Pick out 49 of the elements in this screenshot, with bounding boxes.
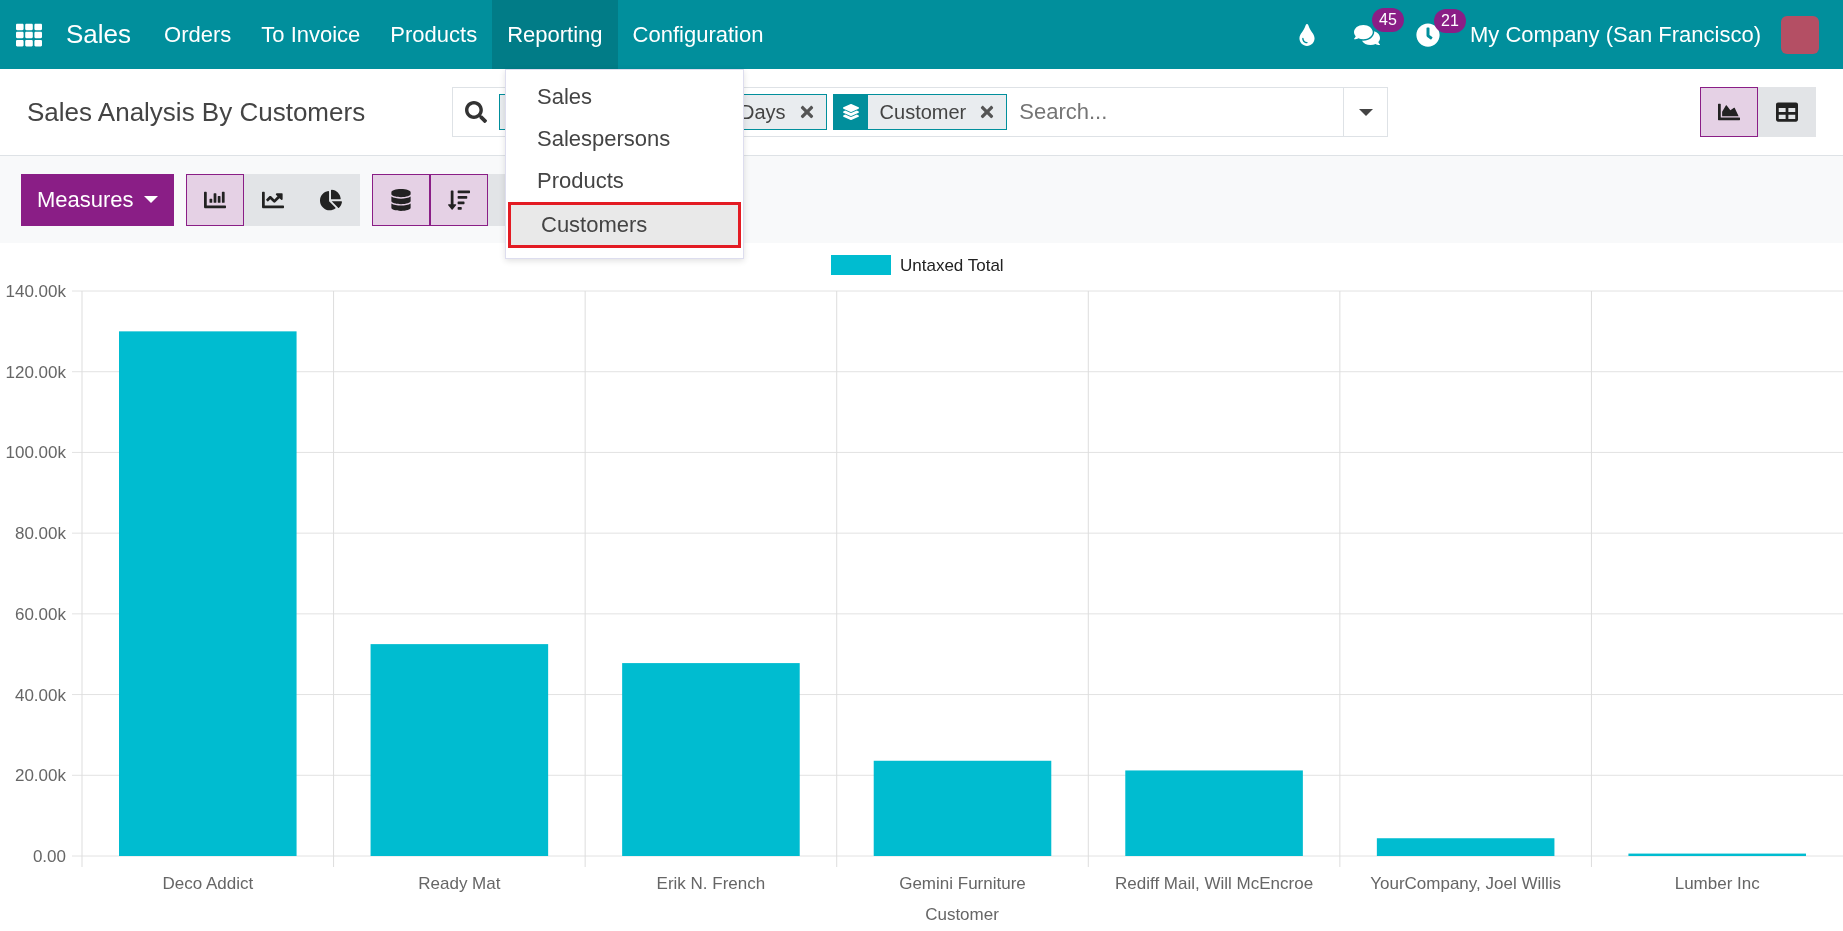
layers-icon [842, 104, 859, 120]
x-axis-label: Erik N. French [656, 874, 766, 893]
chart-legend[interactable]: Untaxed Total [831, 255, 1004, 275]
drop-icon[interactable] [1296, 23, 1318, 46]
y-axis-label: 60.00k [14, 604, 66, 624]
x-axis-label: YourCompany, Joel Willis [1370, 874, 1562, 893]
app-menu-icon[interactable] [16, 21, 42, 48]
nav-menu-item[interactable]: Products [375, 0, 493, 69]
y-axis-label: 80.00k [14, 524, 66, 544]
dropdown-menu-item[interactable]: Products [506, 160, 743, 202]
y-axis-label: 40.00k [14, 685, 66, 705]
y-axis-label: 140.00k [5, 282, 66, 301]
app-name[interactable]: Sales [66, 19, 132, 50]
x-axis-label: Lumber Inc [1674, 874, 1760, 893]
x-axis-label: Ready Mat [418, 874, 501, 893]
measures-button[interactable]: Measures [21, 173, 174, 226]
chart-option-button[interactable] [371, 173, 430, 226]
x-axis-label: Gemini Furniture [899, 874, 1026, 893]
x-axis-label: Rediff Mail, Will McEncroe [1115, 874, 1314, 893]
y-axis-label: 120.00k [5, 362, 66, 382]
stack-icon [389, 188, 412, 211]
table-icon [1776, 101, 1798, 123]
nav-menu-item[interactable]: To Invoice [246, 0, 376, 69]
y-axis-label: 0.00 [32, 847, 66, 866]
dropdown-menu-item[interactable]: Customers [508, 202, 741, 248]
search-icon [465, 101, 487, 123]
page-title: Sales Analysis By Customers [27, 96, 367, 128]
sort-descending-icon [447, 188, 470, 211]
company-name[interactable]: My Company (San Francisco) [1470, 21, 1761, 48]
y-axis-label: 20.00k [14, 766, 66, 786]
nav-menu-item[interactable]: Orders [149, 0, 247, 69]
graph-view-button[interactable] [1700, 87, 1758, 137]
chart-option-button[interactable] [429, 173, 488, 226]
activity-count-badge: 21 [1434, 8, 1466, 33]
legend-label: Untaxed Total [900, 256, 1004, 275]
caret-icon [143, 196, 158, 203]
x-axis-label: Deco Addict [162, 874, 254, 893]
nav-menu-item[interactable]: Reporting [492, 0, 618, 69]
pie-chart-icon [319, 188, 342, 211]
area-chart-icon [1718, 101, 1740, 123]
chart-option-button[interactable] [185, 173, 244, 226]
message-count-badge: 45 [1372, 7, 1404, 32]
clock-icon[interactable] [1416, 22, 1440, 47]
x-axis-title: Customer [925, 905, 999, 924]
pivot-view-button[interactable] [1758, 87, 1816, 137]
caret-icon [1358, 108, 1373, 116]
y-axis-label: 100.00k [5, 443, 66, 463]
search-facet[interactable]: Customer [832, 94, 1008, 130]
nav-menu-item[interactable]: Configuration [617, 0, 779, 69]
